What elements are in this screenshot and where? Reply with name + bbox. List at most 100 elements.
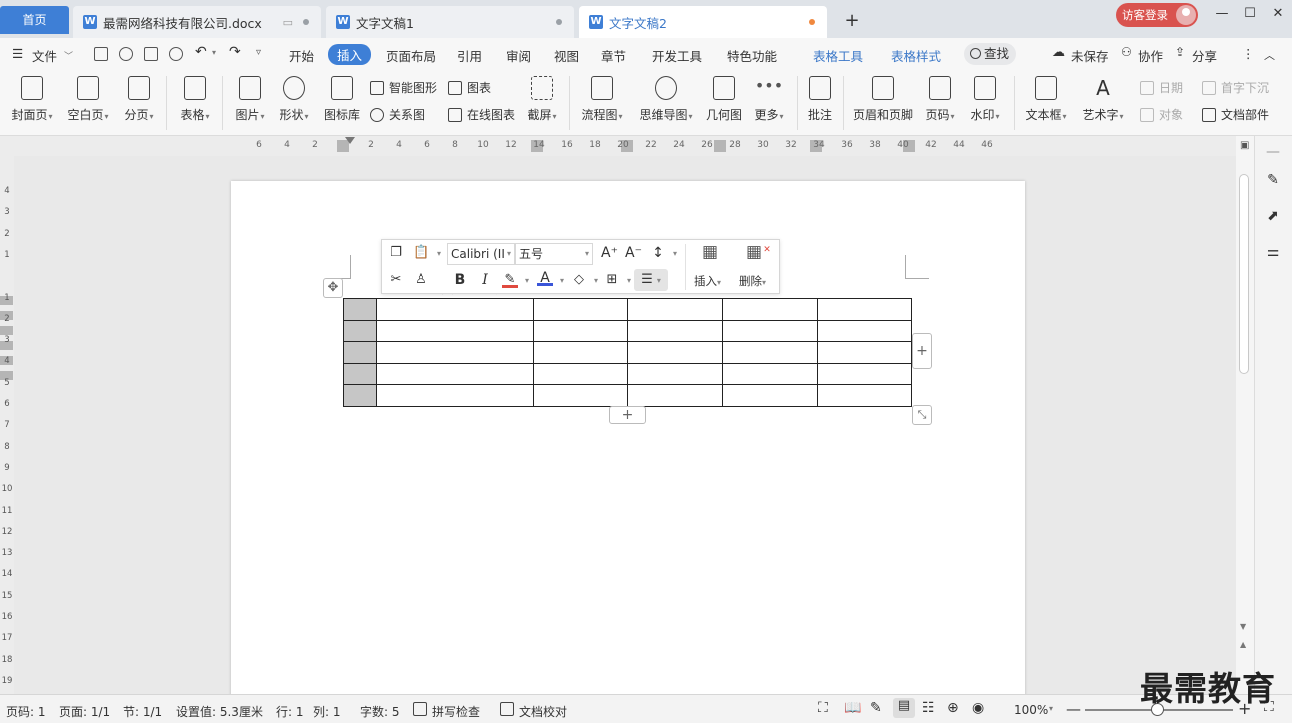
picture-button[interactable]: 图片▾ xyxy=(232,76,268,123)
table-cell[interactable] xyxy=(376,384,534,407)
table-cell[interactable] xyxy=(817,341,912,364)
table-cell[interactable] xyxy=(627,298,723,321)
line-spacing-dropdown-icon[interactable]: ▾ xyxy=(667,246,683,262)
delete-cells-button[interactable]: 删除▾ xyxy=(739,273,766,289)
table-cell[interactable] xyxy=(627,362,723,385)
line-spacing-icon[interactable]: ↕ xyxy=(650,245,666,261)
menu-view[interactable]: 视图 xyxy=(554,46,579,65)
select-cursor-icon[interactable]: ⬈ xyxy=(1265,208,1281,224)
redo-icon[interactable]: ↷ xyxy=(229,44,241,60)
proofread-icon[interactable] xyxy=(500,702,514,716)
export-pdf-icon[interactable] xyxy=(119,47,133,61)
tab-home[interactable]: 首页 xyxy=(0,6,69,34)
status-word-count[interactable]: 字数: 5 xyxy=(360,703,400,720)
scroll-down-icon[interactable]: ▼ xyxy=(1240,622,1246,631)
table-cell[interactable] xyxy=(376,362,534,385)
table-cell-selected[interactable] xyxy=(343,384,377,407)
screenshot-button[interactable]: 截屏▾ xyxy=(524,76,560,123)
table-cell[interactable] xyxy=(533,298,628,321)
cover-page-button[interactable]: 封面页▾ xyxy=(10,76,54,123)
table-cell[interactable] xyxy=(627,319,723,342)
font-size-select[interactable]: 五号 ▾ xyxy=(515,243,593,265)
textbox-button[interactable]: 文本框▾ xyxy=(1022,76,1070,123)
mindmap-button[interactable]: 思维导图▾ xyxy=(636,76,696,123)
menu-features[interactable]: 特色功能 xyxy=(727,46,777,65)
shape-button[interactable]: 形状▾ xyxy=(276,76,312,123)
menu-references[interactable]: 引用 xyxy=(457,46,482,65)
search-button[interactable]: 查找 xyxy=(964,43,1016,65)
web-view-icon[interactable]: ⊕ xyxy=(947,700,959,716)
menu-file[interactable]: 文件 xyxy=(32,46,57,65)
zoom-dropdown-icon[interactable]: ▾ xyxy=(1049,704,1053,713)
table-cell[interactable] xyxy=(722,341,818,364)
icon-library-button[interactable]: 图标库 xyxy=(322,76,362,123)
relation-chart-button[interactable]: 关系图 xyxy=(370,106,425,123)
table-cell[interactable] xyxy=(533,341,628,364)
paste-icon[interactable]: 📋 xyxy=(413,245,429,261)
chevron-down-icon[interactable]: ﹀ xyxy=(64,49,73,62)
table-cell[interactable] xyxy=(533,384,628,407)
table-cell[interactable] xyxy=(817,384,912,407)
table-cell[interactable] xyxy=(627,341,723,364)
doc-parts-button[interactable]: 文档部件 xyxy=(1202,106,1269,123)
undo-dropdown-icon[interactable]: ▾ xyxy=(212,48,216,57)
drop-cap-button[interactable]: 首字下沉 xyxy=(1202,79,1269,96)
table-cell[interactable] xyxy=(376,341,534,364)
menu-table-tools[interactable]: 表格工具 xyxy=(813,46,863,65)
object-button[interactable]: 对象 xyxy=(1140,106,1183,123)
reading-mode-icon[interactable]: 📖 xyxy=(844,700,861,716)
add-row-button[interactable]: + xyxy=(609,406,646,424)
menu-review[interactable]: 审阅 xyxy=(506,46,531,65)
status-setting[interactable]: 设置值: 5.3厘米 xyxy=(176,703,263,720)
eye-protection-icon[interactable]: ◉ xyxy=(972,700,984,716)
table-button[interactable]: 表格▾ xyxy=(177,76,213,123)
vertical-scrollbar[interactable]: ▣ ▼ ▲ xyxy=(1236,136,1254,694)
outline-view-icon[interactable]: ☷ xyxy=(922,700,935,716)
font-color-button[interactable]: A xyxy=(537,270,553,286)
horizontal-ruler[interactable]: 6 4 2 2 4 6 8 10 12 14 16 18 20 22 24 26 28 30 32 34 36 38 40 4… xyxy=(0,136,1236,156)
zoom-level[interactable]: 100% xyxy=(1014,703,1048,717)
table-cell-selected[interactable] xyxy=(343,341,377,364)
status-pages[interactable]: 页面: 1/1 xyxy=(59,703,110,720)
highlight-icon[interactable]: ✎ xyxy=(502,272,518,288)
status-page-code[interactable]: 页码: 1 xyxy=(6,703,46,720)
table-cell-selected[interactable] xyxy=(343,362,377,385)
page-options-icon[interactable]: ▣ xyxy=(1240,140,1249,151)
table-move-handle-icon[interactable]: ✥ xyxy=(323,278,343,298)
table-cell[interactable] xyxy=(533,319,628,342)
collaborate-button[interactable]: 协作 xyxy=(1138,46,1163,65)
print-icon[interactable] xyxy=(144,47,158,61)
insert-cells-button[interactable]: 插入▾ xyxy=(694,273,721,289)
sidebar-toggle-icon[interactable]: — xyxy=(1265,144,1281,160)
comment-button[interactable]: 批注 xyxy=(805,76,835,123)
share-button[interactable]: 分享 xyxy=(1192,46,1217,65)
table-cell[interactable] xyxy=(817,319,912,342)
chart-button[interactable]: 图表 xyxy=(448,79,491,96)
shrink-font-icon[interactable]: A⁻ xyxy=(625,245,642,261)
minimize-button[interactable]: — xyxy=(1212,6,1232,21)
add-column-button[interactable]: + xyxy=(912,333,932,369)
font-family-select[interactable]: Calibri (II ▾ xyxy=(447,243,515,265)
customize-quick-access-icon[interactable]: ▿ xyxy=(256,47,261,58)
insert-table-cells-icon[interactable]: ▦ xyxy=(700,244,720,264)
format-painter-icon[interactable]: ♙ xyxy=(413,272,429,288)
shading-icon[interactable]: ◇ xyxy=(571,272,587,288)
status-section[interactable]: 节: 1/1 xyxy=(123,703,162,720)
spell-check-button[interactable]: 拼写检查 xyxy=(432,703,480,720)
hamburger-icon[interactable]: ☰ xyxy=(12,46,23,61)
fullscreen-icon[interactable]: ⛶ xyxy=(818,700,828,716)
paste-dropdown-icon[interactable]: ▾ xyxy=(431,246,447,262)
spell-check-icon[interactable] xyxy=(413,702,427,716)
page-number-button[interactable]: 页码▾ xyxy=(922,76,958,123)
tab-doc-1[interactable]: W 文字文稿1 xyxy=(326,6,574,38)
copy-icon[interactable]: ❐ xyxy=(388,245,404,261)
bold-button[interactable]: B xyxy=(452,272,468,288)
table-cell[interactable] xyxy=(533,362,628,385)
flowchart-button[interactable]: 流程图▾ xyxy=(578,76,626,123)
tab-doc-company[interactable]: W 最需网络科技有限公司.docx ▭ xyxy=(73,6,321,38)
watermark-button[interactable]: 水印▾ xyxy=(966,76,1004,123)
settings-sliders-icon[interactable]: ⚌ xyxy=(1265,244,1281,260)
menu-insert[interactable]: 插入 xyxy=(328,44,372,65)
grow-font-icon[interactable]: A⁺ xyxy=(601,245,618,261)
vertical-ruler[interactable]: 4 3 2 1 1 2 3 4 5 6 7 8 9 10 11 12 13 14 15 16 17 18 19 xyxy=(0,156,14,694)
